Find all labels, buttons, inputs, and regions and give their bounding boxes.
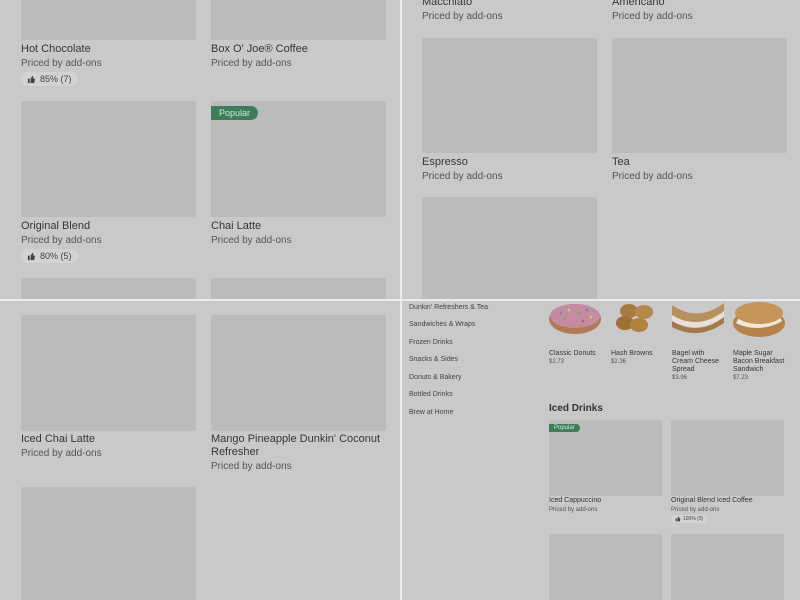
original-blend-image[interactable]: [21, 101, 196, 217]
iced-chai-latte-image[interactable]: [21, 315, 196, 431]
sandwich-image[interactable]: [733, 301, 785, 337]
section-title: Iced Drinks: [549, 403, 603, 414]
hash-browns-image[interactable]: [611, 301, 663, 337]
iced-coffee-image[interactable]: [671, 420, 784, 496]
item-subtitle: Priced by add-ons: [671, 507, 720, 513]
rating-badge: 80% (5): [21, 249, 78, 263]
item-subtitle: Priced by add-ons: [21, 448, 102, 459]
rating-text: 100% (9): [683, 516, 704, 522]
item-image[interactable]: [21, 487, 196, 600]
item-subtitle: Priced by add-ons: [21, 58, 102, 69]
item-image[interactable]: [21, 278, 196, 299]
item-subtitle: Priced by add-ons: [422, 11, 503, 22]
thumbs-up-icon: [675, 516, 681, 522]
item-subtitle: Priced by add-ons: [549, 507, 598, 513]
popular-badge: Popular: [549, 424, 580, 432]
item-title[interactable]: Original Blend Iced Coffee: [671, 497, 753, 505]
rating-badge: 100% (9): [671, 515, 708, 523]
item-image[interactable]: [422, 197, 597, 299]
hot-chocolate-image[interactable]: [21, 0, 196, 40]
menu-pane-top-left: Hot Chocolate Priced by add-ons 85% (7) …: [0, 0, 400, 299]
item-image[interactable]: [671, 534, 784, 600]
sidebar-item-bottled-drinks[interactable]: Bottled Drinks: [409, 391, 453, 398]
rating-text: 85% (7): [40, 74, 72, 84]
menu-pane-bottom-left: Iced Chai Latte Priced by add-ons Mango …: [0, 301, 400, 600]
thumbs-up-icon: [27, 75, 36, 83]
item-title[interactable]: Americano: [612, 0, 665, 8]
sidebar-item-brew-at-home[interactable]: Brew at Home: [409, 409, 453, 416]
tea-image[interactable]: [612, 38, 787, 153]
item-subtitle: Priced by add-ons: [612, 171, 693, 182]
item-price: $2.73: [549, 359, 565, 365]
rating-badge: 85% (7): [21, 72, 78, 86]
item-title[interactable]: Hot Chocolate: [21, 43, 91, 55]
item-subtitle: Priced by add-ons: [21, 235, 102, 246]
item-title[interactable]: Box O' Joe® Coffee: [211, 43, 308, 55]
sidebar-item-refreshers[interactable]: Dunkin' Refreshers & Tea: [409, 304, 488, 311]
thumbs-up-icon: [27, 252, 36, 260]
item-subtitle: Priced by add-ons: [211, 235, 292, 246]
classic-donuts-image[interactable]: [549, 301, 602, 337]
item-title[interactable]: Maple Sugar Bacon Breakfast Sandwich: [733, 350, 788, 374]
item-title[interactable]: Iced Chai Latte: [21, 433, 95, 445]
item-title[interactable]: Hash Browns: [611, 350, 666, 358]
item-title[interactable]: Chai Latte: [211, 220, 261, 232]
sidebar-item-donuts[interactable]: Donuts & Bakery: [409, 374, 462, 381]
item-title[interactable]: Macchiato: [422, 0, 472, 8]
bagel-image[interactable]: [672, 301, 724, 337]
box-o-joe-image[interactable]: [211, 0, 386, 40]
item-price: $3.96: [672, 375, 688, 381]
item-title[interactable]: Iced Cappuccino: [549, 497, 601, 505]
mango-pineapple-refresher-image[interactable]: [211, 315, 386, 431]
item-image[interactable]: [211, 278, 386, 299]
item-title[interactable]: Classic Donuts: [549, 350, 604, 358]
popular-badge: Popular: [211, 106, 259, 120]
item-price: $7.23: [733, 375, 749, 381]
horizontal-divider: [0, 299, 800, 301]
item-title[interactable]: Espresso: [422, 156, 468, 168]
sidebar-item-sandwiches[interactable]: Sandwiches & Wraps: [409, 321, 475, 328]
item-subtitle: Priced by add-ons: [612, 11, 693, 22]
item-title[interactable]: Bagel with Cream Cheese Spread: [672, 350, 727, 374]
item-subtitle: Priced by add-ons: [422, 171, 503, 182]
menu-pane-top-right: Macchiato Priced by add-ons Americano Pr…: [402, 0, 800, 299]
sidebar-item-snacks[interactable]: Snacks & Sides: [409, 356, 458, 363]
sidebar-item-frozen-drinks[interactable]: Frozen Drinks: [409, 339, 453, 346]
menu-pane-bottom-right: Dunkin' Refreshers & Tea Sandwiches & Wr…: [402, 301, 800, 600]
item-image[interactable]: [549, 534, 662, 600]
item-title[interactable]: Mango Pineapple Dunkin' Coconut Refreshe…: [211, 433, 386, 459]
item-subtitle: Priced by add-ons: [211, 461, 292, 472]
item-title[interactable]: Original Blend: [21, 220, 90, 232]
rating-text: 80% (5): [40, 251, 72, 261]
item-title[interactable]: Tea: [612, 156, 630, 168]
item-subtitle: Priced by add-ons: [211, 58, 292, 69]
item-price: $2.36: [611, 359, 627, 365]
espresso-image[interactable]: [422, 38, 597, 153]
